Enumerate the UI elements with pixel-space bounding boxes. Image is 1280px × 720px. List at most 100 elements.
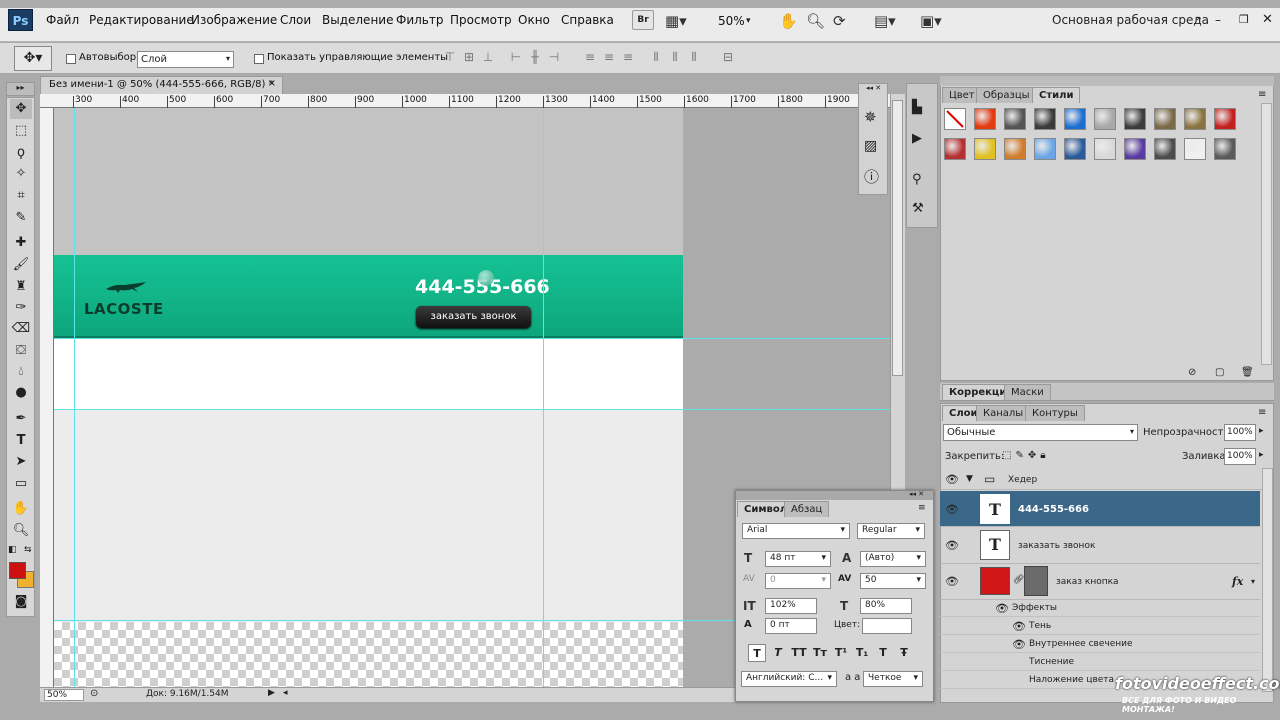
actions-panel-icon[interactable]: ▶ [912, 131, 922, 146]
site-callback-button[interactable]: заказать звонок [416, 306, 531, 328]
layers-scrollbar[interactable] [1262, 468, 1273, 692]
visibility-eye-icon[interactable]: 👁︎ [945, 575, 959, 588]
tab-swatches[interactable]: Образцы [976, 87, 1037, 103]
style-swatch[interactable] [1064, 138, 1086, 160]
style-swatch[interactable] [974, 138, 996, 160]
shape-tool-icon[interactable]: ▭ [10, 474, 32, 494]
align-bottom-icon[interactable]: ⊥ [480, 50, 496, 68]
style-swatch[interactable] [944, 138, 966, 160]
font-size-select[interactable]: 48 пт ▾ [765, 551, 831, 567]
autoselect-target-select[interactable]: Слой ▾ [137, 51, 234, 68]
tracking-select[interactable]: 50 ▾ [860, 573, 926, 589]
histogram-icon[interactable]: ▨ [864, 138, 877, 154]
dodge-tool-icon[interactable]: ● [10, 383, 32, 403]
styles-scrollbar[interactable] [1261, 103, 1272, 365]
chevron-down-icon[interactable]: ▾ [746, 16, 751, 26]
blur-tool-icon[interactable]: 💧︎ [10, 362, 32, 382]
style-swatch[interactable] [974, 108, 996, 130]
effects-row[interactable] [940, 599, 1260, 617]
visibility-eye-icon[interactable]: 👁︎ [945, 473, 959, 486]
style-swatch[interactable] [1124, 108, 1146, 130]
antialias-select[interactable]: Четкое ▾ [863, 671, 923, 687]
align-left-icon[interactable]: ⊢ [508, 50, 524, 68]
type-tool-icon[interactable]: T [10, 431, 32, 451]
opacity-input[interactable]: 100% [1224, 424, 1256, 441]
autoselect-checkbox[interactable] [66, 54, 76, 64]
guide-line[interactable] [74, 108, 75, 687]
distribute-vcenter-icon[interactable]: ≡ [601, 50, 617, 68]
panel-menu-icon[interactable]: ≡ [1258, 407, 1266, 418]
style-swatch[interactable] [1124, 138, 1146, 160]
distribute-hcenter-icon[interactable]: ⫴ [667, 50, 683, 68]
font-style-select[interactable]: Regular ▾ [857, 523, 925, 539]
pen-tool-icon[interactable]: ✒ [10, 409, 32, 429]
opacity-slider-icon[interactable]: ▸ [1259, 426, 1264, 436]
move-tool-preset-icon[interactable]: ✥▾ [14, 46, 52, 71]
lock-icons[interactable]: ⬚✎✥🔒︎ [1002, 450, 1050, 461]
style-swatch[interactable] [1184, 108, 1206, 130]
menu-edit[interactable]: Редактирование [89, 13, 194, 27]
text-color-swatch[interactable] [862, 618, 912, 634]
panel-menu-icon[interactable]: ≡ [918, 503, 926, 513]
distribute-right-icon[interactable]: ⫴ [686, 50, 702, 68]
brush-tool-icon[interactable]: 🖌︎ [10, 255, 32, 275]
text-style-button[interactable]: T [769, 644, 787, 662]
eyedropper-tool-icon[interactable]: ✎ [10, 208, 32, 228]
dock-expand-icon[interactable]: ◂◂ ✕ [866, 84, 881, 92]
bridge-button[interactable]: Br [632, 10, 654, 30]
arrange-documents-icon[interactable]: ▤▾ [874, 12, 896, 30]
text-style-button[interactable]: T¹ [832, 644, 850, 662]
effect-row[interactable] [940, 653, 1260, 671]
menu-image[interactable]: Изображение [191, 13, 277, 27]
menu-select[interactable]: Выделение [322, 13, 393, 27]
zoom-tool-icon[interactable]: 🔍︎ [10, 521, 32, 541]
fill-slider-icon[interactable]: ▸ [1259, 450, 1264, 460]
history-panel-icon[interactable]: ▙ [912, 100, 922, 115]
style-swatch[interactable] [1184, 138, 1206, 160]
clone-stamp-tool-icon[interactable]: ♜ [10, 277, 32, 297]
visibility-eye-icon[interactable]: 👁︎ [945, 503, 959, 516]
scroll-left-icon[interactable]: ◂ [283, 688, 288, 698]
menu-layers[interactable]: Слои [280, 13, 311, 27]
visibility-eye-icon[interactable]: 👁︎ [945, 539, 959, 552]
magic-wand-tool-icon[interactable]: ✧ [10, 164, 32, 184]
font-family-select[interactable]: Arial ▾ [742, 523, 850, 539]
text-style-button[interactable]: T [748, 644, 766, 662]
visibility-eye-icon[interactable]: 👁︎ [1012, 638, 1026, 651]
style-swatch[interactable] [1214, 108, 1236, 130]
text-style-button[interactable]: TT [790, 644, 808, 662]
style-swatch[interactable] [1094, 138, 1116, 160]
default-colors-icon[interactable]: ◧ [8, 545, 17, 555]
style-swatch[interactable] [1154, 138, 1176, 160]
show-controls-checkbox[interactable] [254, 54, 264, 64]
close-icon[interactable]: ✕ [1262, 12, 1273, 27]
distribute-bottom-icon[interactable]: ≡ [620, 50, 636, 68]
text-style-button[interactable]: Ŧ [895, 644, 913, 662]
chevron-double-right-icon[interactable]: » [1196, 14, 1202, 24]
style-swatch[interactable] [1214, 138, 1236, 160]
align-vcenter-icon[interactable]: ⊞ [461, 50, 477, 68]
marquee-tool-icon[interactable]: ⬚ [10, 121, 32, 141]
foreground-color-swatch[interactable] [9, 562, 26, 579]
chain-link-icon[interactable]: 🔗︎ [1013, 575, 1024, 585]
tab-masks[interactable]: Маски [1004, 384, 1051, 400]
effect-row[interactable] [940, 617, 1260, 635]
tab-channels[interactable]: Каналы [976, 405, 1031, 421]
path-selection-tool-icon[interactable]: ➤ [10, 452, 32, 472]
history-brush-tool-icon[interactable]: ✑ [10, 298, 32, 318]
crop-tool-icon[interactable]: ⌗ [10, 186, 32, 206]
menu-help[interactable]: Справка [561, 13, 614, 27]
rotate-view-icon[interactable]: ⟳ [833, 12, 846, 30]
zoom-tool-icon[interactable]: 🔍︎ [806, 12, 825, 30]
screen-mode-icon[interactable]: ▣▾ [920, 12, 942, 30]
document-tab[interactable]: Без имени-1 @ 50% (444-555-666, RGB/8) *… [40, 76, 283, 94]
menu-view[interactable]: Просмотр [450, 13, 512, 27]
align-top-icon[interactable]: ⊤ [442, 50, 458, 68]
clear-style-icon[interactable]: ⊘ [1188, 367, 1196, 378]
new-style-icon[interactable]: ▢ [1215, 367, 1224, 378]
tab-paragraph[interactable]: Абзац [784, 501, 830, 517]
distribute-left-icon[interactable]: ⫴ [648, 50, 664, 68]
toolbar-collapse-icon[interactable]: ▸▸ [6, 82, 35, 96]
style-swatch[interactable] [1034, 138, 1056, 160]
tab-styles[interactable]: Стили [1032, 87, 1081, 103]
